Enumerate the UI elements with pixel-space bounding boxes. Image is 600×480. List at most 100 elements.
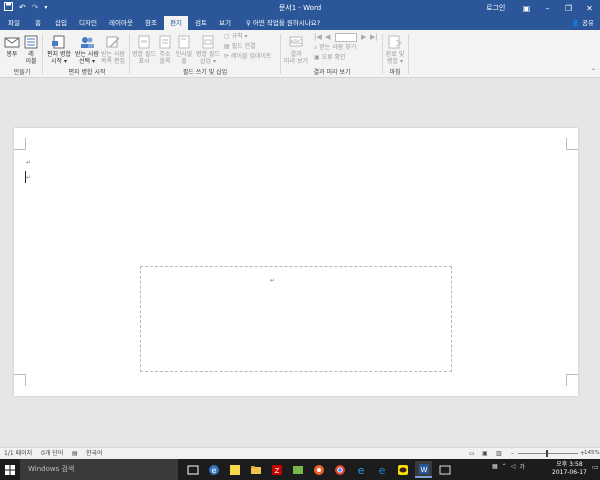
word-app-icon[interactable]: W: [415, 461, 432, 478]
tab-design[interactable]: 디자인: [74, 16, 102, 30]
collapse-ribbon-icon[interactable]: ⌃: [591, 68, 596, 76]
finish-merge-button[interactable]: 완료 및 병합 ▾: [384, 35, 406, 65]
envelopes-button[interactable]: 봉투: [3, 35, 21, 58]
update-labels-icon: ⟳: [224, 53, 231, 60]
zoom-out-icon[interactable]: –: [511, 448, 514, 459]
ribbon-mailings: 봉투 레 이블 만들기 편지 병합 시작 ▾ 받는 사람 선택 ▾ 받는 사람 …: [0, 30, 600, 78]
first-record-icon[interactable]: |◀: [314, 33, 322, 41]
edge-browser-icon[interactable]: e: [373, 461, 390, 478]
insert-field-icon: [202, 35, 214, 49]
rules-button[interactable]: ▢ 규칙 ▾: [224, 33, 248, 41]
volume-icon[interactable]: ◁: [511, 463, 516, 470]
tab-file[interactable]: 파일: [2, 16, 26, 30]
document-area[interactable]: ↵ ↵ ↵: [0, 79, 600, 446]
zoom-slider[interactable]: [518, 453, 578, 454]
close-button[interactable]: ✕: [579, 0, 600, 16]
svg-text:Z: Z: [274, 467, 279, 475]
tab-references[interactable]: 참조: [140, 16, 162, 30]
gallery-icon[interactable]: [289, 461, 306, 478]
find-recipient-button[interactable]: ⌕ 받는 사람 찾기: [314, 44, 356, 52]
tab-layout[interactable]: 레이아웃: [104, 16, 138, 30]
tab-insert[interactable]: 삽입: [50, 16, 72, 30]
previous-record-icon[interactable]: ◀: [325, 33, 330, 41]
network-icon[interactable]: ▦: [492, 463, 498, 470]
preview-results-button[interactable]: ABC 결과 미리 보기: [283, 35, 309, 65]
tell-me-box[interactable]: ♀ 어떤 작업을 원하시나요?: [246, 16, 320, 30]
preview-icon: ABC: [289, 36, 303, 47]
ribbon-tabs: 파일 홈 삽입 디자인 레이아웃 참조 편지 검토 보기 ♀ 어떤 작업을 원하…: [0, 16, 600, 30]
crop-mark: [14, 138, 26, 150]
document-merge-icon: [52, 35, 65, 49]
last-record-icon[interactable]: ▶|: [370, 33, 378, 41]
notification-center-icon[interactable]: ▭: [592, 463, 599, 471]
minimize-button[interactable]: –: [537, 0, 558, 16]
task-view-icon[interactable]: [184, 461, 201, 478]
file-explorer-icon[interactable]: [247, 461, 264, 478]
sticky-notes-icon[interactable]: [226, 461, 243, 478]
read-mode-icon[interactable]: ▭: [469, 448, 475, 459]
ie-icon[interactable]: e: [352, 461, 369, 478]
group-divider: [280, 34, 281, 74]
zoom-slider-thumb[interactable]: [546, 450, 548, 457]
record-number-input[interactable]: [335, 33, 357, 42]
select-recipients-button[interactable]: 받는 사람 선택 ▾: [74, 35, 100, 65]
tab-review[interactable]: 검토: [190, 16, 212, 30]
start-button[interactable]: [0, 459, 20, 480]
input-method-indicator[interactable]: 가: [519, 462, 525, 471]
document-page[interactable]: ↵ ↵ ↵: [14, 128, 578, 396]
tab-mailings[interactable]: 편지: [164, 16, 188, 30]
kakaotalk-icon[interactable]: [394, 461, 411, 478]
group-start-merge-label: 편지 병합 시작: [68, 69, 106, 76]
svg-text:W: W: [420, 466, 427, 474]
taskbar-clock[interactable]: 오후 3:58 2017-06-17: [552, 461, 587, 477]
edit-recipient-list-button[interactable]: 받는 사람 목록 편집: [100, 35, 126, 65]
web-layout-icon[interactable]: ▥: [496, 448, 502, 459]
edge-icon[interactable]: e: [205, 461, 222, 478]
filezilla-icon[interactable]: Z: [268, 461, 285, 478]
group-divider: [382, 34, 383, 74]
address-block-button[interactable]: 주소 블록: [156, 35, 174, 65]
status-bar: 1/1 페이지 0개 단어 ▤ 한국어 ▭ ▣ ▥ – + 145%: [0, 447, 600, 459]
print-layout-icon[interactable]: ▣: [482, 448, 488, 459]
svg-text:e: e: [211, 466, 216, 475]
greeting-line-button[interactable]: 인사말 줄: [175, 35, 193, 65]
language-status[interactable]: 한국어: [86, 448, 103, 459]
windows-logo-icon: [5, 464, 15, 475]
word-count[interactable]: 0개 단어: [41, 448, 63, 459]
page-count[interactable]: 1/1 페이지: [4, 448, 32, 459]
group-fields-label: 필드 쓰기 및 삽입: [182, 69, 228, 76]
svg-text:e: e: [357, 464, 364, 476]
next-record-icon[interactable]: ▶: [361, 33, 366, 41]
match-fields-button[interactable]: ▤ 필드 연결: [224, 43, 256, 51]
title-bar: ↶ ↷ ▾ 문서1 - Word 로그인 ▣ – ❐ ✕: [0, 0, 600, 16]
crop-mark: [14, 374, 26, 386]
search-placeholder: Windows 검색: [28, 465, 75, 473]
sign-in-link[interactable]: 로그인: [486, 3, 505, 13]
chrome-icon[interactable]: [331, 461, 348, 478]
ribbon-display-options-icon[interactable]: ▣: [516, 0, 537, 16]
labels-button[interactable]: 레 이블: [22, 35, 40, 65]
edit-list-icon: [106, 36, 120, 48]
insert-merge-field-button[interactable]: 병합 필드 삽입 ▾: [196, 35, 220, 65]
update-labels-button[interactable]: ⟳ 레이블 업데이트: [224, 53, 272, 61]
tab-home[interactable]: 홈: [28, 16, 48, 30]
highlight-merge-fields-button[interactable]: 병합 필드 표시: [132, 35, 156, 65]
zoom-level[interactable]: 145%: [584, 448, 600, 459]
check-errors-button[interactable]: ▣ 오류 확인: [314, 54, 346, 62]
tray-overflow-icon[interactable]: ⌃: [502, 463, 507, 470]
restore-button[interactable]: ❐: [558, 0, 579, 16]
proofing-icon[interactable]: ▤: [72, 448, 78, 459]
share-button[interactable]: 👤 공유: [572, 18, 594, 29]
system-tray: ▦ ⌃ ◁ 가: [492, 462, 525, 471]
crop-mark: [566, 374, 578, 386]
window-title: 문서1 - Word: [278, 4, 322, 12]
group-preview-label: 결과 미리 보기: [313, 69, 351, 76]
taskbar-search-box[interactable]: Windows 검색: [20, 459, 178, 480]
tab-view[interactable]: 보기: [214, 16, 236, 30]
start-mail-merge-button[interactable]: 편지 병합 시작 ▾: [46, 35, 72, 65]
greeting-line-icon: [178, 35, 190, 49]
settings-app-icon[interactable]: [310, 461, 327, 478]
window-app-icon[interactable]: [436, 461, 453, 478]
envelope-icon: [4, 37, 20, 48]
text-box[interactable]: ↵: [140, 266, 452, 372]
